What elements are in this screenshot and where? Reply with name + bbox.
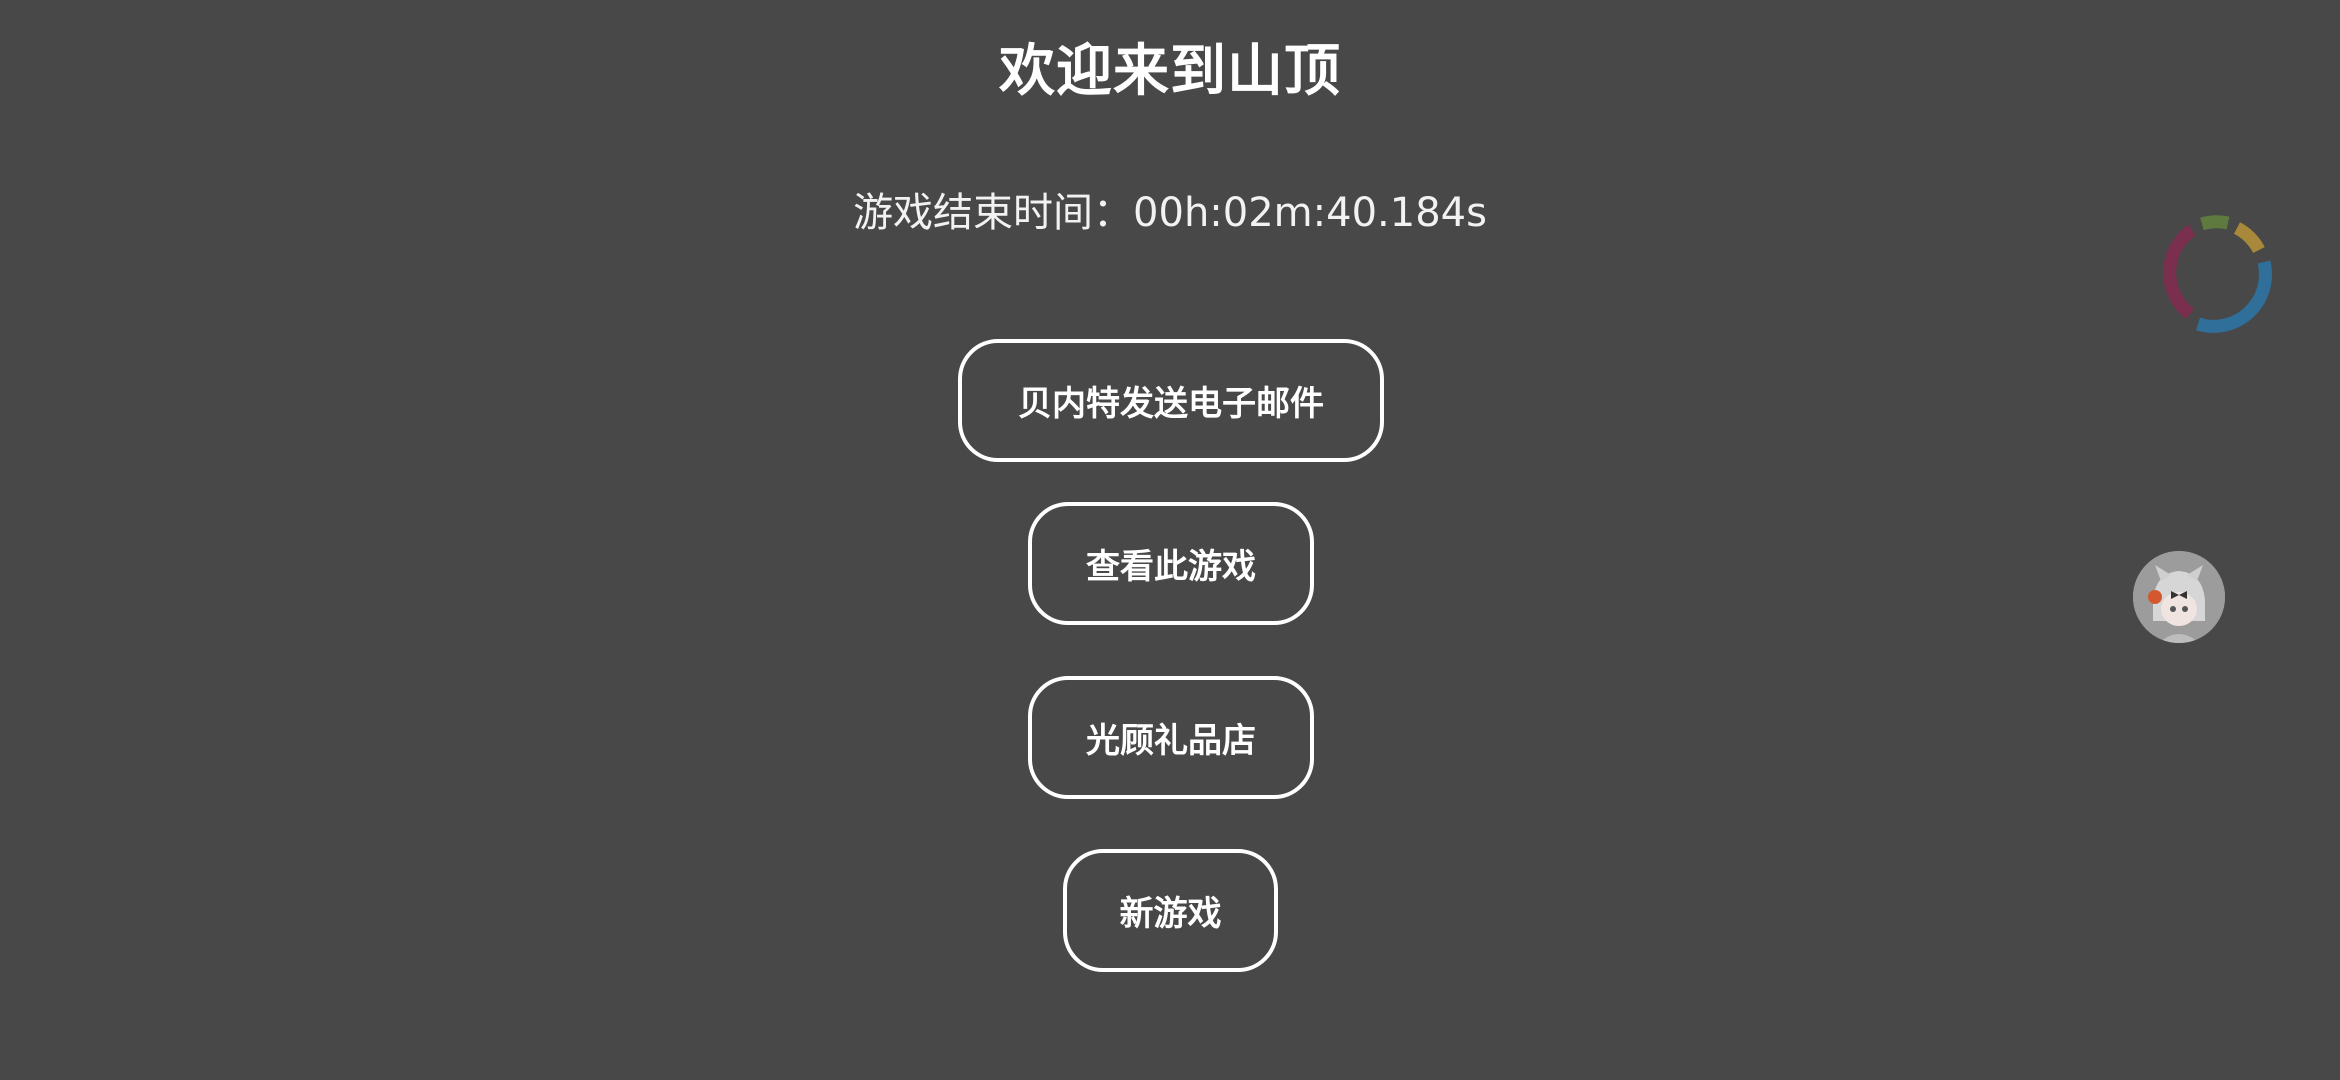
avatar-graphic: [2133, 551, 2225, 643]
new-game-button[interactable]: 新游戏: [1063, 849, 1278, 972]
gift-shop-button[interactable]: 光顾礼品店: [1028, 676, 1314, 799]
loading-ring-graphic: [2163, 215, 2272, 333]
page-title: 欢迎来到山顶: [999, 39, 1341, 104]
avatar-icon[interactable]: [2133, 551, 2225, 643]
view-game-button[interactable]: 查看此游戏: [1028, 502, 1314, 625]
game-over-screen: 欢迎来到山顶 游戏结束时间：00h:02m:40.184s 贝内特发送电子邮件 …: [0, 0, 2340, 1080]
loading-ring-icon[interactable]: [2148, 208, 2278, 338]
game-end-time: 游戏结束时间：00h:02m:40.184s: [853, 190, 1487, 236]
send-email-button[interactable]: 贝内特发送电子邮件: [958, 339, 1384, 462]
